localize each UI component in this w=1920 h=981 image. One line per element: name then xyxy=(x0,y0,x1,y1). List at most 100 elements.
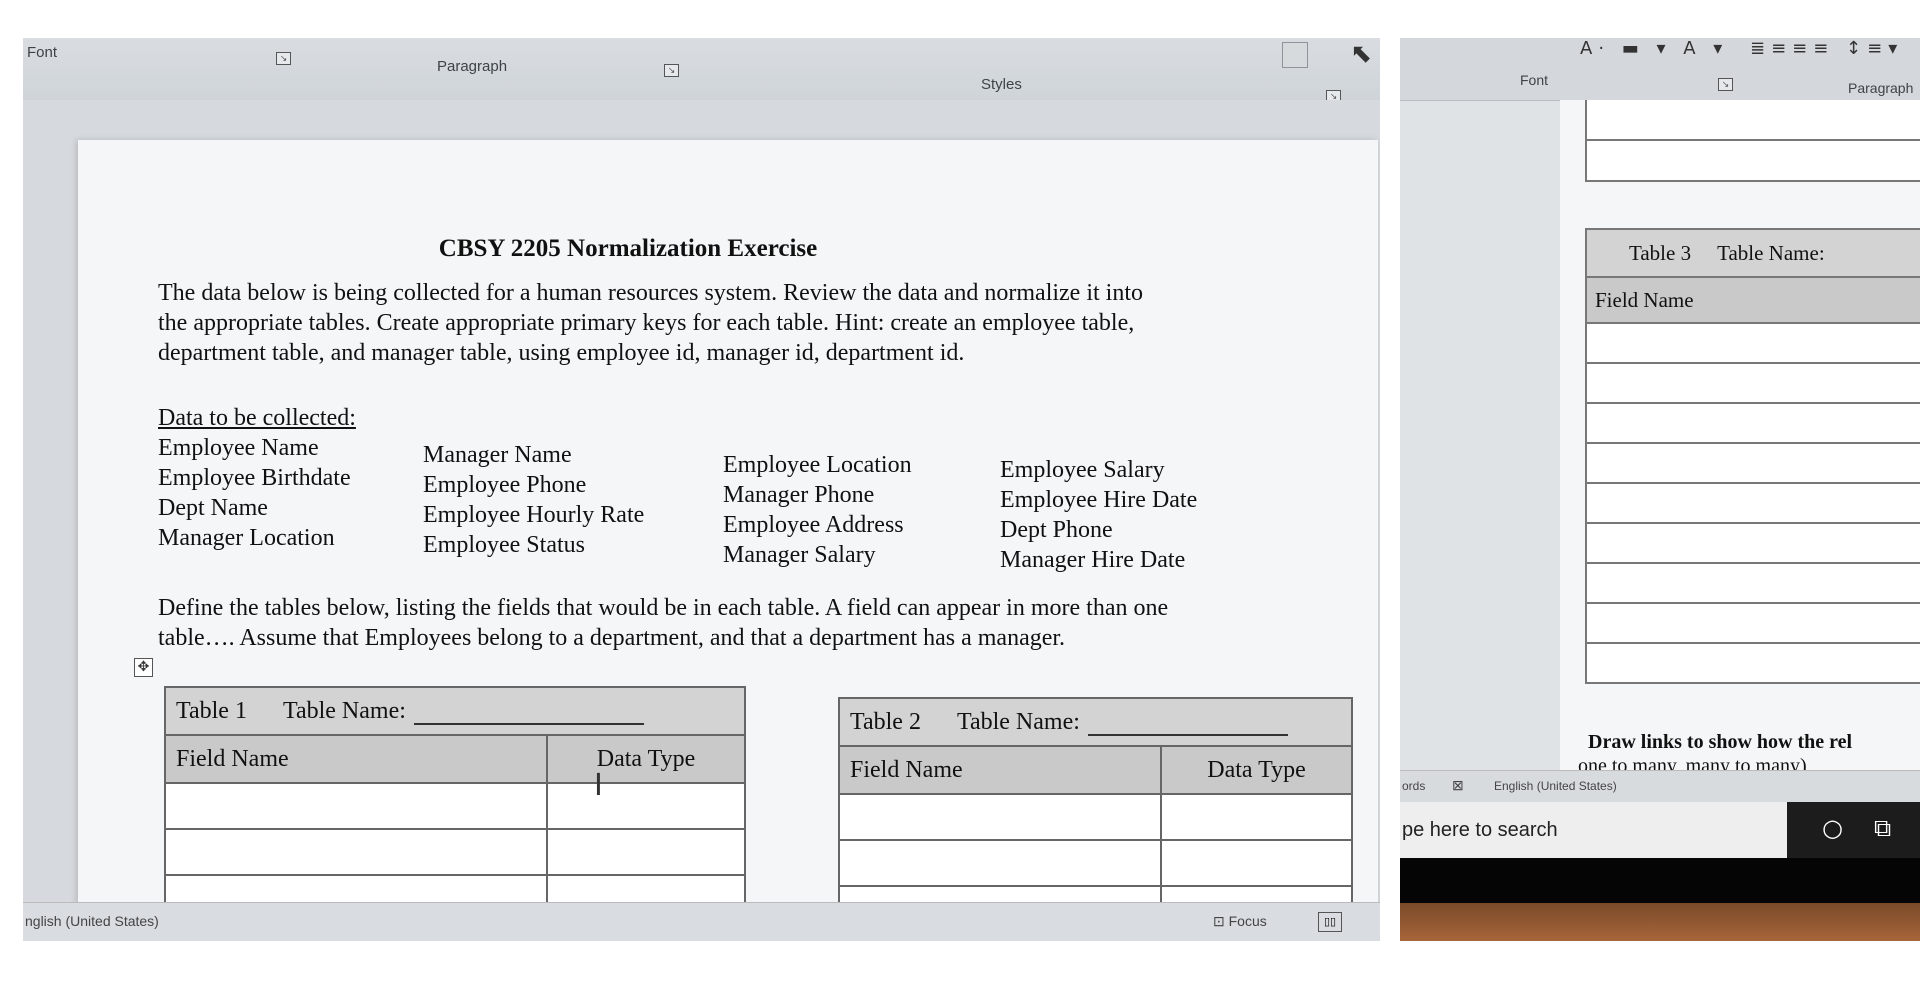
table-row xyxy=(1585,602,1920,644)
field-name-header: Field Name xyxy=(164,734,548,784)
table-1[interactable]: Table 1 Table Name: Field Name Data Type xyxy=(164,686,746,922)
table-cell[interactable] xyxy=(1160,793,1353,841)
data-column-3: Employee Location Manager Phone Employee… xyxy=(723,450,912,570)
table-cell[interactable] xyxy=(1585,482,1920,524)
table-cell[interactable] xyxy=(1160,839,1353,887)
data-item: Employee Birthdate xyxy=(158,465,351,491)
table-title-row: Table 1 Table Name: xyxy=(164,686,746,736)
table-row xyxy=(164,782,746,830)
table-cell[interactable] xyxy=(546,828,746,876)
taskbar-search-input[interactable]: pe here to search xyxy=(1400,802,1787,858)
desk-surface xyxy=(1400,903,1920,941)
table-cell[interactable] xyxy=(1585,402,1920,444)
font-dialog-launcher-icon[interactable]: ↘ xyxy=(276,52,291,65)
focus-label: Focus xyxy=(1228,913,1267,929)
table-name-label: Table Name: xyxy=(282,697,406,724)
ribbon-group-font-label: Font xyxy=(27,44,58,61)
table-title-cell[interactable]: Table 1 Table Name: xyxy=(164,686,746,736)
data-item: Manager Phone xyxy=(723,482,875,508)
table-header-row: Field Name Data Type xyxy=(164,734,746,784)
document-page[interactable]: CBSY 2205 Normalization Exercise The dat… xyxy=(78,140,1378,940)
data-heading: Data to be collected: xyxy=(158,405,356,431)
table-row xyxy=(1585,362,1920,404)
table-name-label: Table Name: xyxy=(1717,240,1825,265)
word-count-status[interactable]: ords xyxy=(1402,779,1425,793)
table-name-label: Table Name: xyxy=(956,708,1080,735)
table-row xyxy=(1585,322,1920,364)
table-row xyxy=(1585,442,1920,484)
table-move-handle-icon[interactable]: ✥ xyxy=(134,658,153,677)
table-cell[interactable] xyxy=(546,782,746,830)
previous-table-rows xyxy=(1585,100,1920,182)
data-item: Employee Location xyxy=(723,452,912,478)
table-cell[interactable] xyxy=(838,839,1162,887)
data-item: Dept Phone xyxy=(1000,517,1113,543)
status-bar: ords ⊠ English (United States) xyxy=(1400,770,1920,803)
table-cell[interactable] xyxy=(838,793,1162,841)
table-cell[interactable] xyxy=(164,828,548,876)
table-row xyxy=(1585,402,1920,444)
table-title-cell[interactable]: Table 3 Table Name: xyxy=(1585,228,1920,278)
table-name-input[interactable] xyxy=(1087,710,1288,736)
table-label: Table 1 xyxy=(176,697,247,724)
document-canvas[interactable]: CBSY 2205 Normalization Exercise The dat… xyxy=(23,100,1380,940)
data-item: Employee Phone xyxy=(423,472,587,498)
field-name-header: Field Name xyxy=(1585,276,1920,324)
task-view-icon[interactable]: ⧉ xyxy=(1874,814,1891,842)
styles-gallery-more-button[interactable] xyxy=(1282,42,1308,68)
proofing-icon[interactable]: ⊠ xyxy=(1452,777,1464,794)
define-paragraph: Define the tables below, listing the fie… xyxy=(158,595,1169,651)
table-cell[interactable] xyxy=(1585,442,1920,484)
left-word-window: Font ↘ Paragraph ↘ Styles ↘ ⬉ CBSY 2205 … xyxy=(23,38,1380,941)
paragraph-dialog-launcher-icon[interactable]: ↘ xyxy=(664,64,679,77)
focus-icon: ⊡ xyxy=(1213,913,1229,929)
ribbon-group-paragraph-label: Paragraph xyxy=(437,58,508,75)
font-color-icons[interactable]: A· ▬ ▾ A ▾ xyxy=(1580,38,1728,59)
table-row xyxy=(838,839,1353,887)
data-item: Manager Location xyxy=(158,525,335,551)
language-status[interactable]: nglish (United States) xyxy=(25,913,159,929)
read-mode-icon[interactable]: ▯▯ xyxy=(1318,912,1342,932)
table-cell[interactable] xyxy=(1585,602,1920,644)
data-item: Manager Name xyxy=(423,442,572,468)
table-cell[interactable] xyxy=(1585,362,1920,404)
table-row[interactable] xyxy=(1585,141,1920,182)
focus-mode-button[interactable]: ⊡ Focus xyxy=(1213,913,1267,930)
ribbon: Font ↘ Paragraph ↘ Styles ↘ ⬉ xyxy=(23,38,1380,103)
table-name-input[interactable] xyxy=(413,699,644,725)
data-type-header: Data Type xyxy=(1160,745,1353,795)
table-cell[interactable] xyxy=(1585,642,1920,684)
ribbon-group-font-label: Font xyxy=(1520,72,1549,88)
data-type-header: Data Type xyxy=(546,734,746,784)
table-header-row: Field Name xyxy=(1585,276,1920,324)
field-name-header: Field Name xyxy=(838,745,1162,795)
table-title-row: Table 3 Table Name: xyxy=(1585,228,1920,278)
alignment-icons[interactable]: ≣≡≡≡ ↕≡▾ xyxy=(1750,38,1903,59)
ribbon-group-paragraph-label: Paragraph xyxy=(1848,80,1914,96)
table-row xyxy=(1585,562,1920,604)
table-cell[interactable] xyxy=(1585,562,1920,604)
table-title-row: Table 2 Table Name: xyxy=(838,697,1353,747)
table-row xyxy=(1585,482,1920,524)
data-column-2: Manager Name Employee Phone Employee Hou… xyxy=(423,440,644,560)
language-status[interactable]: English (United States) xyxy=(1494,779,1617,793)
cortana-icon[interactable]: ○ xyxy=(1822,814,1843,842)
ibeam-cursor-icon: I xyxy=(594,768,603,803)
data-item: Manager Salary xyxy=(723,542,876,568)
ribbon: A· ▬ ▾ A ▾ ≣≡≡≡ ↕≡▾ Font ↘ Paragraph xyxy=(1400,38,1920,101)
table-title-cell[interactable]: Table 2 Table Name: xyxy=(838,697,1353,747)
table-cell[interactable] xyxy=(1585,522,1920,564)
intro-paragraph: The data below is being collected for a … xyxy=(158,280,1144,366)
table-cell[interactable] xyxy=(164,782,548,830)
table-2[interactable]: Table 2 Table Name: Field Name Data Type xyxy=(838,697,1353,933)
status-bar: nglish (United States) ⊡ Focus ▯▯ xyxy=(23,902,1380,941)
table-cell[interactable] xyxy=(1585,322,1920,364)
table-row xyxy=(1585,642,1920,684)
font-dialog-launcher-icon[interactable]: ↘ xyxy=(1718,78,1733,91)
data-item: Dept Name xyxy=(158,495,268,521)
table-row[interactable] xyxy=(1585,100,1920,141)
document-title: CBSY 2205 Normalization Exercise xyxy=(438,235,818,262)
table-3[interactable]: Table 3 Table Name: Field Name xyxy=(1585,228,1920,684)
table-header-row: Field Name Data Type xyxy=(838,745,1353,795)
document-page[interactable]: Table 3 Table Name: Field Name Draw links… xyxy=(1560,100,1920,800)
